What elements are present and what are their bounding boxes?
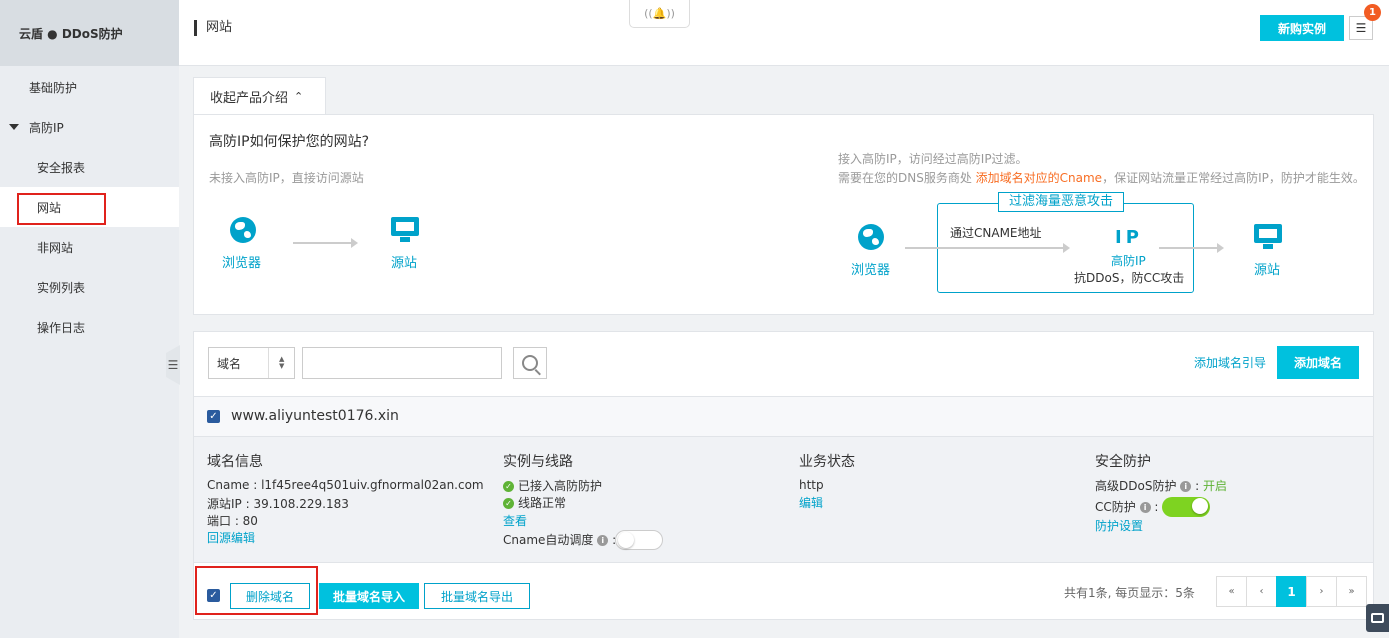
- cname-auto-label: Cname自动调度 i :: [503, 533, 617, 547]
- sidebar-item-label: 操作日志: [37, 320, 86, 335]
- sidebar-item-label: 基础防护: [29, 80, 78, 95]
- origin-edit-link[interactable]: 回源编辑: [207, 529, 255, 546]
- sidebar-item-security-report[interactable]: 安全报表: [0, 147, 179, 187]
- highlight-box-website: [17, 193, 106, 225]
- cc-protection-label: CC防护 i :: [1095, 500, 1159, 514]
- prev-page-button[interactable]: ‹: [1246, 576, 1277, 607]
- buy-instance-button[interactable]: 新购实例: [1260, 15, 1344, 41]
- arrow-right-icon: [905, 243, 1070, 253]
- browser-label: 浏览器: [851, 263, 891, 278]
- domain-name: www.aliyuntest0176.xin: [231, 408, 399, 424]
- list-icon: ☰: [1355, 21, 1367, 35]
- sidebar-item-label: 实例列表: [37, 280, 86, 295]
- cname-label: 通过CNAME地址: [950, 226, 1042, 240]
- sidebar-item-basic-protection[interactable]: 基础防护: [0, 67, 179, 107]
- intro-left-subtitle: 未接入高防IP，直接访问源站: [209, 171, 364, 185]
- sidebar-item-label: 安全报表: [37, 160, 86, 175]
- intro-right-line2-suffix: ，保证网站流量正常经过高防IP，防护才能生效。: [1102, 171, 1365, 185]
- toggle-knob: [1192, 498, 1208, 514]
- info-icon: i: [597, 535, 609, 546]
- top-bar: 网站 ((🔔)) 新购实例 ☰ 1: [179, 0, 1389, 66]
- origin-label: 源站: [391, 256, 418, 271]
- chevron-up-icon: ⌃: [294, 90, 304, 103]
- collapse-intro-tab[interactable]: 收起产品介绍 ⌃: [193, 77, 326, 115]
- search-type-value: 域名: [217, 356, 242, 371]
- cc-protection-toggle[interactable]: [1162, 497, 1210, 517]
- monitor-icon: [391, 217, 419, 243]
- batch-export-button[interactable]: 批量域名导出: [424, 583, 530, 609]
- business-status-title: 业务状态: [799, 454, 855, 470]
- info-icon: i: [1139, 502, 1151, 513]
- sidebar-item-anti-ddos-ip[interactable]: 高防IP: [0, 107, 179, 147]
- arrow-right-icon: [1159, 243, 1224, 253]
- domain-checkbox[interactable]: ✓: [207, 410, 220, 423]
- add-domain-button[interactable]: 添加域名: [1277, 346, 1359, 379]
- protocol-value: http: [799, 478, 824, 492]
- ip-big-label: IP: [1115, 227, 1143, 248]
- search-type-select[interactable]: 域名 ▲ ▼: [208, 347, 295, 379]
- origin-label: 源站: [1254, 263, 1281, 278]
- globe-icon: [858, 224, 884, 250]
- sidebar-item-label: 非网站: [37, 240, 74, 255]
- sidebar-item-operation-log[interactable]: 操作日志: [0, 307, 179, 347]
- select-arrows-icon: ▲ ▼: [268, 348, 294, 378]
- notification-tab[interactable]: ((🔔)): [629, 0, 690, 28]
- security-title: 安全防护: [1095, 454, 1151, 470]
- sidebar-item-label: 高防IP: [29, 120, 64, 135]
- cname-auto-toggle[interactable]: [615, 530, 663, 550]
- add-cname-link[interactable]: 添加域名对应的Cname: [976, 171, 1102, 185]
- view-link[interactable]: 查看: [503, 512, 527, 529]
- status-connected: ✓ 已接入高防防护: [503, 477, 602, 494]
- instance-line-title: 实例与线路: [503, 454, 573, 470]
- intro-right-line1: 接入高防IP，访问经过高防IP过滤。: [838, 152, 1028, 166]
- origin-ip-value: 源站IP : 39.108.229.183: [207, 497, 349, 511]
- search-icon: [522, 355, 538, 371]
- port-value: 端口 : 80: [207, 514, 258, 528]
- domain-info-title: 域名信息: [207, 454, 263, 470]
- sidebar-title: 云盾 ● DDoS防护: [0, 0, 179, 66]
- filter-label: 过滤海量恶意攻击: [998, 192, 1125, 212]
- search-input[interactable]: [302, 347, 502, 379]
- hamburger-icon: ☰: [167, 358, 179, 372]
- protection-settings-link[interactable]: 防护设置: [1095, 517, 1143, 534]
- monitor-icon: [1254, 224, 1282, 250]
- globe-icon: [230, 217, 256, 243]
- highlight-box-delete: [195, 566, 318, 615]
- search-button[interactable]: [513, 347, 547, 379]
- pagination-summary: 共有1条, 每页显示：5条: [1064, 586, 1195, 600]
- collapse-intro-label: 收起产品介绍: [210, 91, 289, 106]
- toggle-knob: [618, 532, 634, 548]
- anti-ddos-ip-label: 高防IP: [1111, 254, 1146, 268]
- status-line-ok: ✓ 线路正常: [503, 494, 566, 511]
- business-edit-link[interactable]: 编辑: [799, 494, 823, 511]
- arrow-right-icon: [293, 238, 358, 248]
- ip-desc-label: 抗DDoS，防CC攻击: [1074, 271, 1185, 285]
- caret-down-icon: [9, 124, 19, 130]
- chat-icon: [1371, 613, 1384, 623]
- browser-label: 浏览器: [222, 256, 262, 271]
- bell-icon: ((🔔)): [644, 7, 675, 20]
- sidebar-item-instance-list[interactable]: 实例列表: [0, 267, 179, 307]
- page-title: 网站: [194, 20, 232, 36]
- ddos-status: 开启: [1202, 479, 1227, 493]
- intro-right-line2-prefix: 需要在您的DNS服务商处: [838, 171, 976, 185]
- sidebar-item-non-website[interactable]: 非网站: [0, 227, 179, 267]
- ddos-protection-row: 高级DDoS防护 i : 开启: [1095, 479, 1227, 493]
- check-circle-icon: ✓: [503, 481, 514, 492]
- product-intro-panel: [193, 114, 1374, 315]
- add-domain-guide-link[interactable]: 添加域名引导: [1194, 354, 1266, 371]
- cname-value: Cname : l1f45ree4q501uiv.gfnormal02an.co…: [207, 478, 484, 492]
- chat-button[interactable]: [1366, 604, 1389, 632]
- batch-import-button[interactable]: 批量域名导入: [319, 583, 419, 609]
- last-page-button[interactable]: »: [1336, 576, 1367, 607]
- intro-heading: 高防IP如何保护您的网站?: [209, 134, 370, 150]
- first-page-button[interactable]: «: [1216, 576, 1247, 607]
- info-icon: i: [1180, 481, 1192, 492]
- notification-badge: 1: [1364, 4, 1381, 21]
- current-page-button[interactable]: 1: [1276, 576, 1307, 607]
- intro-right-line2: 需要在您的DNS服务商处 添加域名对应的Cname，保证网站流量正常经过高防IP…: [838, 169, 1365, 186]
- next-page-button[interactable]: ›: [1306, 576, 1337, 607]
- check-circle-icon: ✓: [503, 498, 514, 509]
